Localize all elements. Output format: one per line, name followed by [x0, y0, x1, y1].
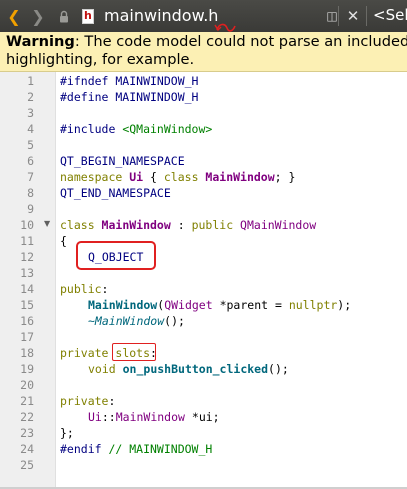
warning-text-2: highlighting, for example. [6, 51, 195, 68]
line-number: 3 [27, 106, 34, 120]
line-number: 19 [20, 362, 34, 376]
line-number: 25 [20, 458, 34, 472]
code-line-1: #ifndef MAINWINDOW_H [60, 74, 199, 88]
lock-icon [58, 5, 70, 27]
code-line-19: void on_pushButton_clicked(); [88, 362, 289, 376]
back-button[interactable]: ❮ [6, 5, 22, 27]
chevron-right-icon: ❯ [31, 6, 45, 26]
code-line-21: private: [60, 394, 116, 408]
warning-label: Warning [6, 33, 75, 50]
line-number: 4 [27, 122, 34, 136]
document-title[interactable]: mainwindow.h [104, 6, 218, 25]
line-number: 17 [20, 330, 34, 344]
code-line-24: #endif // MAINWINDOW_H [60, 442, 213, 456]
code-line-2: #define MAINWINDOW_H [60, 90, 199, 104]
line-number: 9 [27, 202, 34, 216]
line-number: 6 [27, 154, 34, 168]
editor-toolbar: ❮ ❯ h mainwindow.h ◫ ✕ <Sele [0, 0, 407, 32]
warning-line-1: Warning: The code model could not parse … [6, 33, 407, 51]
code-line-4: #include <QMainWindow> [60, 122, 213, 136]
code-line-10: class MainWindow : public QMainWindow [60, 218, 317, 232]
warning-text-1: : The code model could not parse an incl… [74, 33, 407, 50]
slots-highlight-box [112, 343, 156, 361]
code-line-14: public: [60, 282, 109, 296]
line-number: 18 [20, 346, 34, 360]
close-icon: ✕ [346, 7, 360, 25]
line-number: 5 [27, 138, 34, 152]
line-number: 10 [20, 218, 34, 232]
split-button[interactable]: ◫ [326, 5, 338, 27]
line-number: 16 [20, 314, 34, 328]
line-number: 8 [27, 186, 34, 200]
line-number: 13 [20, 266, 34, 280]
forward-button[interactable]: ❯ [30, 5, 46, 27]
close-document-button[interactable]: ✕ [346, 5, 360, 27]
chevron-left-icon: ❮ [7, 6, 21, 26]
code-editor[interactable]: 1 2 3 4 5 6 7 8 9 10 11 12 13 14 15 16 17 18 19 20 21 22 23 24 2… [0, 72, 407, 489]
toolbar-divider [366, 6, 367, 26]
code-line-23: }; [60, 426, 74, 440]
line-number: 21 [20, 394, 34, 408]
header-file-icon: h [80, 5, 96, 27]
line-number: 15 [20, 298, 34, 312]
line-number: 11 [20, 234, 34, 248]
line-number: 1 [27, 74, 34, 88]
toolbar-divider [338, 6, 339, 26]
split-icon: ◫ [326, 9, 338, 23]
code-model-warning-bar: Warning: The code model could not parse … [0, 32, 407, 72]
code-line-7: namespace Ui { class MainWindow; } [60, 170, 296, 184]
line-number: 12 [20, 250, 34, 264]
line-number: 24 [20, 442, 34, 456]
code-line-11: { [60, 234, 67, 248]
code-line-22: Ui::MainWindow *ui; [88, 410, 220, 424]
line-number: 7 [27, 170, 34, 184]
symbol-select-combo[interactable]: <Sele [373, 6, 407, 24]
q-object-highlight-box [76, 241, 156, 270]
line-number: 14 [20, 282, 34, 296]
line-number: 2 [27, 90, 34, 104]
code-line-6: QT_BEGIN_NAMESPACE [60, 154, 185, 168]
annotation-arrow-icon [214, 23, 236, 32]
line-number: 20 [20, 378, 34, 392]
fold-marker-icon[interactable]: ▼ [44, 219, 50, 228]
code-line-8: QT_END_NAMESPACE [60, 186, 171, 200]
line-number: 22 [20, 410, 34, 424]
line-number: 23 [20, 426, 34, 440]
code-line-15: MainWindow(QWidget *parent = nullptr); [88, 298, 352, 312]
code-line-16: ~MainWindow(); [88, 314, 185, 328]
